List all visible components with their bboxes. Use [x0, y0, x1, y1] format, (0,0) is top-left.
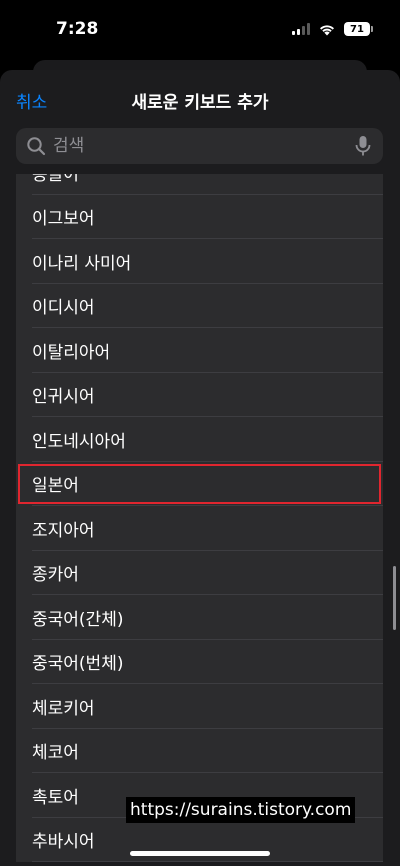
language-label: 종카어 — [32, 565, 79, 586]
language-label: 중국어(번체) — [32, 654, 124, 675]
language-label: 몽골어 — [32, 174, 79, 185]
status-bar: 7:28 71 — [0, 0, 400, 60]
language-row[interactable]: 이탈리아어 — [16, 328, 383, 373]
language-row[interactable]: 이그보어 — [16, 195, 383, 240]
battery-icon: 71 — [344, 22, 373, 36]
language-label: 이탈리아어 — [32, 342, 111, 363]
search-bar[interactable] — [16, 128, 383, 164]
cellular-signal-icon — [292, 23, 310, 35]
language-row[interactable]: 인도네시아어 — [16, 417, 383, 462]
watermark: https://surains.tistory.com — [126, 797, 356, 823]
language-row[interactable]: 몽골어 — [16, 174, 383, 195]
language-label: 이디시어 — [32, 298, 95, 319]
language-label: 중국어(간체) — [32, 609, 124, 630]
language-row[interactable]: 이나리 사미어 — [16, 239, 383, 284]
language-row[interactable]: 인귀시어 — [16, 373, 383, 418]
language-label: 이그보어 — [32, 209, 95, 230]
language-row[interactable]: 조지아어 — [16, 506, 383, 551]
status-time: 7:28 — [56, 19, 99, 39]
add-keyboard-sheet: 취소 새로운 키보드 추가 몽골어이그보어이나리 사미어이디시어이탈리아어인귀시… — [0, 70, 400, 866]
status-icons: 71 — [292, 22, 373, 36]
language-label: 인귀시어 — [32, 387, 95, 408]
language-row[interactable]: 중국어(간체) — [16, 595, 383, 640]
language-list: 몽골어이그보어이나리 사미어이디시어이탈리아어인귀시어인도네시아어일본어조지아어… — [16, 174, 383, 866]
language-row[interactable]: 체코어 — [16, 729, 383, 774]
language-row[interactable]: 체로키어 — [16, 684, 383, 729]
language-label: 일본어 — [32, 476, 79, 497]
home-indicator[interactable] — [130, 851, 270, 856]
language-row[interactable]: 중국어(번체) — [16, 640, 383, 685]
navigation-bar: 취소 새로운 키보드 추가 — [0, 70, 400, 126]
microphone-icon[interactable] — [353, 135, 373, 157]
wifi-icon — [320, 24, 334, 35]
language-row-highlighted[interactable]: 일본어 — [16, 462, 383, 507]
language-label: 인도네시아어 — [32, 431, 126, 452]
language-label: 조지아어 — [32, 520, 95, 541]
language-row[interactable]: 이디시어 — [16, 284, 383, 329]
language-label: 촉토어 — [32, 787, 79, 808]
search-icon — [27, 137, 46, 156]
page-title: 새로운 키보드 추가 — [131, 93, 269, 113]
language-label: 추바시어 — [32, 832, 95, 853]
language-label: 체로키어 — [32, 698, 95, 719]
scrollbar[interactable] — [393, 566, 396, 630]
language-row[interactable]: 종카어 — [16, 551, 383, 596]
language-label: 체코어 — [32, 743, 79, 764]
search-input[interactable] — [51, 135, 353, 157]
language-label: 이나리 사미어 — [32, 253, 132, 274]
